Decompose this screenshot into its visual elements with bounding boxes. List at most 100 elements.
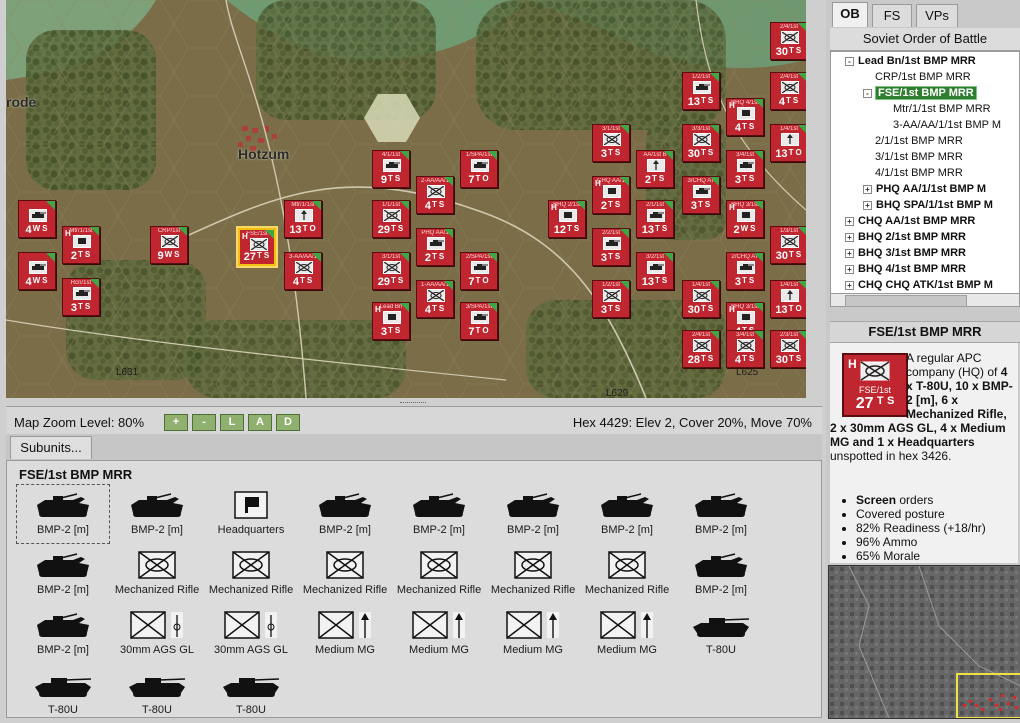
tree-item[interactable]: CRP/1st BMP MRR [875,69,971,85]
expand-icon[interactable]: + [845,281,854,290]
unit-counter[interactable]: 3/2/1st 13T S [636,252,674,290]
tree-item[interactable]: + CHQ CHQ ATK/1st BMP M [845,277,993,293]
unit-counter[interactable]: 2/SPA/1st 7T O [460,252,498,290]
unit-counter[interactable]: H Lead Bn 3T S [372,302,410,340]
unit-counter[interactable]: 1/2/1st 13T S [682,72,720,110]
tree-item[interactable]: - FSE/1st BMP MRR [863,85,977,101]
unit-counter[interactable]: 2/4/1st 28T S [682,330,720,368]
map-d-button[interactable]: D [276,414,300,431]
unit-counter[interactable]: H Mtr/1/1st 2T S [62,226,100,264]
unit-counter[interactable]: 2/3/1st30TS [770,330,806,368]
unit-counter[interactable]: Mtr/1/1st 13T O [284,200,322,238]
tree-item[interactable]: + CHQ AA/1st BMP MRR [845,213,975,229]
collapse-icon[interactable]: - [863,89,872,98]
subunit-item[interactable]: BMP-2 [m] [17,545,109,603]
expand-icon[interactable]: + [845,217,854,226]
tree-item[interactable]: + BHQ SPA/1/1st BMP M [863,197,993,213]
tree-horizontal-scrollbar[interactable] [830,293,1020,307]
unit-counter[interactable]: 3/4/1st 4T S [726,330,764,368]
subunit-item[interactable]: Mechanized Rifle [581,545,673,603]
unit-counter[interactable]: 1/SPA/1st 7T O [460,150,498,188]
unit-counter[interactable]: 2/4/1st 30T S [770,22,806,60]
subunit-item[interactable]: Mechanized Rifle [487,545,579,603]
subunit-item[interactable]: Mechanized Rifle [111,545,203,603]
subunit-item[interactable]: T-80U [205,665,297,723]
subunit-item[interactable]: BMP-2 [m] [111,485,203,543]
subunit-item[interactable]: BMP-2 [m] [675,545,767,603]
subunit-item[interactable]: Medium MG [487,605,579,663]
expand-icon[interactable]: + [863,201,872,210]
subunit-item[interactable]: T-80U [675,605,767,663]
unit-counter[interactable]: 3/SPA/1st 7T O [460,302,498,340]
subunit-item[interactable]: 30mm AGS GL [205,605,297,663]
subunit-item[interactable]: BMP-2 [m] [581,485,673,543]
unit-counter[interactable]: 1-AA/AA/1 4T S [416,280,454,318]
unit-counter[interactable]: 1/4/1st 13T O [770,124,806,162]
subunit-item[interactable]: Mechanized Rifle [205,545,297,603]
tree-item[interactable]: 3-AA/AA/1/1st BMP M [893,117,1001,133]
expand-icon[interactable]: + [845,233,854,242]
collapse-icon[interactable]: - [845,57,854,66]
map-a-button[interactable]: A [248,414,272,431]
scrollbar-thumb[interactable] [845,295,967,307]
unit-counter[interactable]: 3/3/1st30TS [682,124,720,162]
unit-counter[interactable]: 1/3/1st 30T S [770,226,806,264]
tab-ob[interactable]: OB [832,2,868,27]
unit-counter[interactable]: CRP/1st 9W S [150,226,188,264]
zoom-in-button[interactable]: + [164,414,188,431]
unit-counter[interactable]: 4/1/1st 9T S [372,150,410,188]
unit-counter[interactable]: H BHQ 3/1st 2W S [726,200,764,238]
unit-counter[interactable]: 3/CHQ AT 3T S [682,176,720,214]
tree-item[interactable]: + PHQ AA/1/1st BMP M [863,181,986,197]
unit-counter[interactable]: 4W S [18,252,56,290]
subunit-item[interactable]: Mechanized Rifle [393,545,485,603]
subunit-item[interactable]: T-80U [111,665,203,723]
expand-icon[interactable]: + [845,249,854,258]
subunit-item[interactable]: BMP-2 [m] [299,485,391,543]
tactical-map[interactable]: rode Hotzum L631 L625 L629 2 4WS4WSRcn/1… [6,0,806,398]
unit-counter[interactable]: H FSE/1st 27T S [238,228,276,266]
tab-subunits[interactable]: Subunits... [10,436,92,459]
tree-item[interactable]: 2/1/1st BMP MRR [875,133,963,149]
map-l-button[interactable]: L [220,414,244,431]
subunit-item[interactable]: BMP-2 [m] [16,484,110,544]
unit-counter[interactable]: 3/1/1st 3T S [592,124,630,162]
tree-item[interactable]: 4/1/1st BMP MRR [875,165,963,181]
subunit-item[interactable]: Medium MG [393,605,485,663]
minimap[interactable] [828,565,1020,719]
unit-counter[interactable]: AA/1st B 2T S [636,150,674,188]
tree-item[interactable]: + BHQ 2/1st BMP MRR [845,229,966,245]
subunit-item[interactable]: BMP-2 [m] [487,485,579,543]
unit-counter[interactable]: 1/2/1st 3T S [592,280,630,318]
unit-counter[interactable]: H BHQ 4/1st 4T S [726,98,764,136]
subunit-item[interactable]: 30mm AGS GL [111,605,203,663]
tab-fs[interactable]: FS [872,4,912,27]
unit-counter[interactable]: 2/2/1st 3T S [592,228,630,266]
unit-counter[interactable]: PHQ AA/1 2T S [416,228,454,266]
unit-counter[interactable]: 4W S [18,200,56,238]
unit-counter[interactable]: 1/1/1st 29T S [372,200,410,238]
unit-counter[interactable]: 3/1/1st 29T S [372,252,410,290]
unit-counter[interactable]: 1/4/1st 13T O [770,280,806,318]
zoom-out-button[interactable]: - [192,414,216,431]
tree-item[interactable]: 3/1/1st BMP MRR [875,149,963,165]
unit-counter[interactable]: 2/1/1st 13T S [636,200,674,238]
unit-counter[interactable]: H BHQ 2/1st 12T S [548,200,586,238]
tree-item[interactable]: + BHQ 4/1st BMP MRR [845,261,966,277]
order-of-battle-tree[interactable]: - Lead Bn/1st BMP MRR CRP/1st BMP MRR - FSE/… [830,51,1020,295]
subunit-item[interactable]: T-80U [17,665,109,723]
subunit-item[interactable]: Mechanized Rifle [299,545,391,603]
tree-item[interactable]: - Lead Bn/1st BMP MRR [845,53,976,69]
unit-counter[interactable]: 3-AA/AA/1 4T S [284,252,322,290]
subunit-item[interactable]: Medium MG [299,605,391,663]
unit-counter[interactable]: 3/4/1st 3T S [726,150,764,188]
unit-counter[interactable]: 2/4/1st 4T S [770,72,806,110]
tab-vps[interactable]: VPs [916,4,958,27]
subunit-item[interactable]: Headquarters [205,485,297,543]
unit-counter[interactable]: Rcn/1st 3T S [62,278,100,316]
tree-item[interactable]: + BHQ 3/1st BMP MRR [845,245,966,261]
unit-counter[interactable]: 2-AA/AA/1 4T S [416,176,454,214]
tree-item[interactable]: Mtr/1/1st BMP MRR [893,101,991,117]
unit-counter[interactable]: 1/4/1st 30T S [682,280,720,318]
expand-icon[interactable]: + [863,185,872,194]
